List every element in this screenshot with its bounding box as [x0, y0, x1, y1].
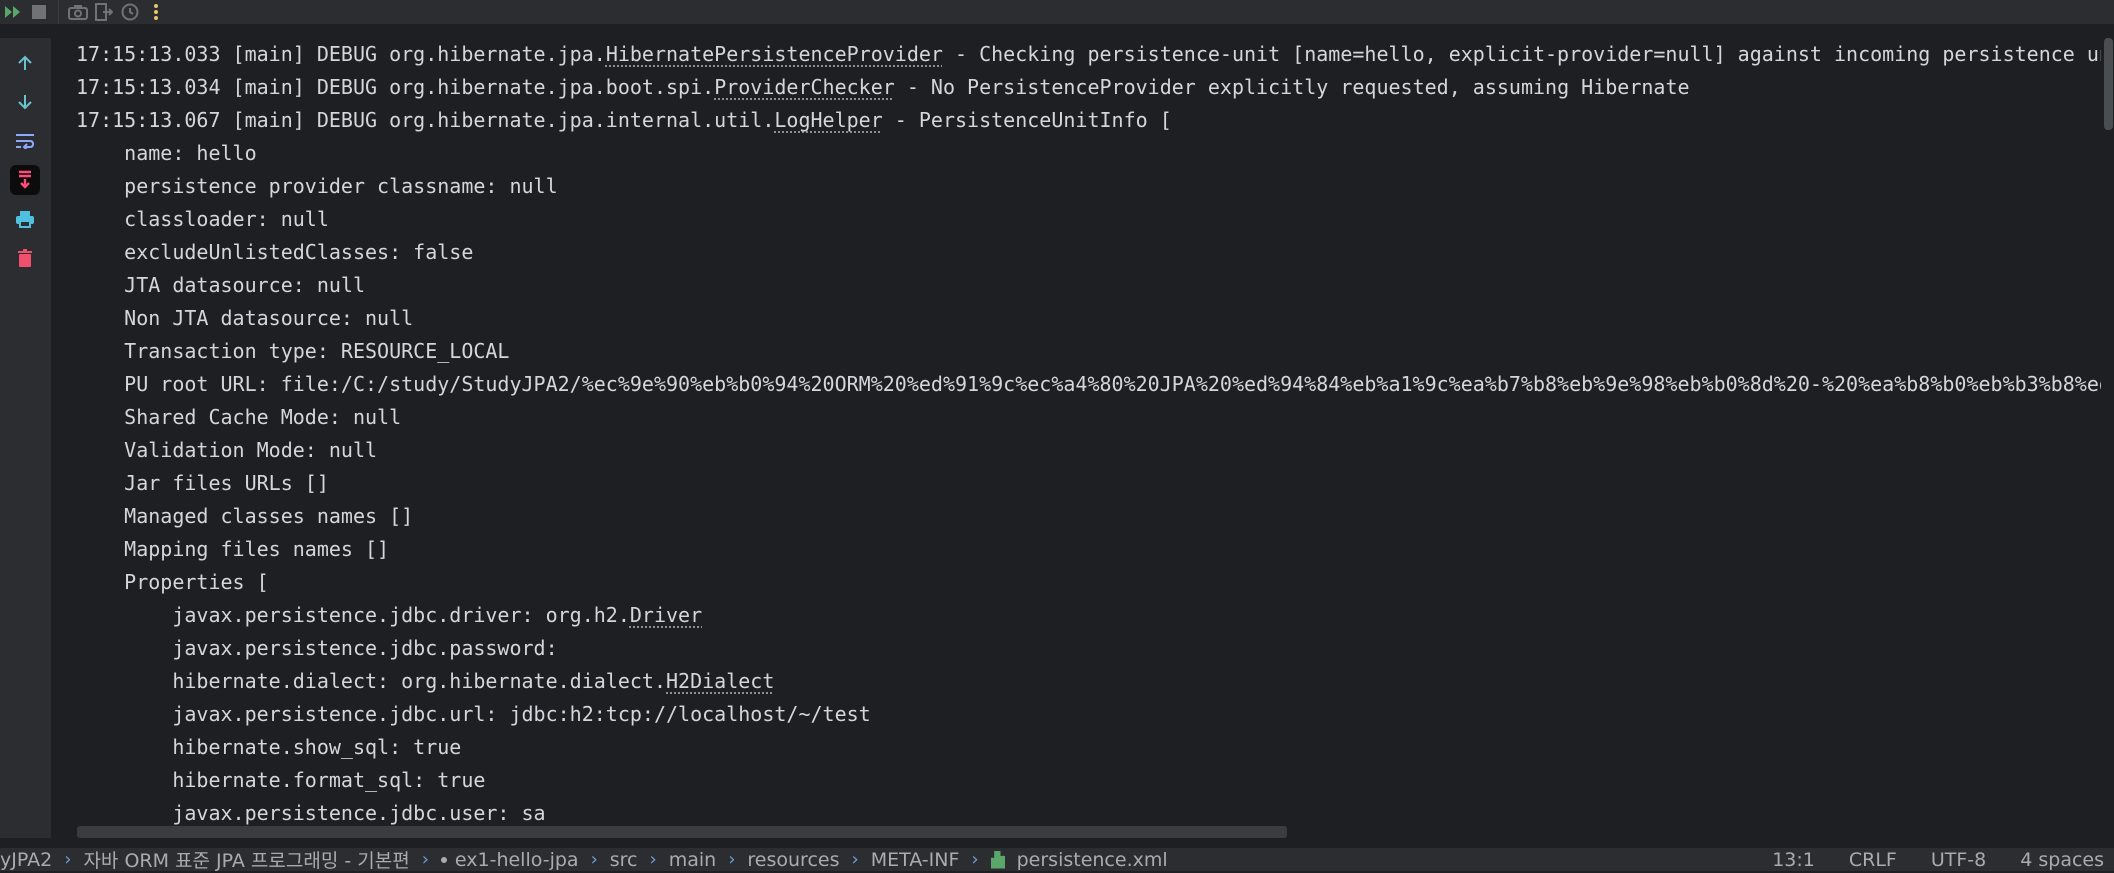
caret-position[interactable]: 13:1: [1772, 849, 1815, 871]
soft-wrap-icon[interactable]: [10, 126, 40, 156]
log-line: classloader: null: [76, 203, 329, 236]
breadcrumb-item[interactable]: ex1-hello-jpa: [455, 849, 579, 871]
log-text: Transaction type: RESOURCE_LOCAL: [76, 339, 510, 363]
log-text: javax.persistence.jdbc.password:: [76, 636, 558, 660]
log-line: javax.persistence.jdbc.driver: org.h2.Dr…: [76, 599, 702, 632]
vertical-scrollbar-track[interactable]: [2101, 38, 2114, 838]
log-line: Managed classes names []: [76, 500, 413, 533]
log-line: name: hello: [76, 137, 257, 170]
log-text: javax.persistence.jdbc.url: jdbc:h2:tcp:…: [76, 702, 871, 726]
breadcrumb-item[interactable]: resources: [747, 849, 839, 871]
toolbar-divider: [58, 0, 59, 24]
class-link[interactable]: Driver: [630, 603, 702, 627]
scroll-down-icon[interactable]: [10, 87, 40, 117]
log-line: 17:15:13.067 [main] DEBUG org.hibernate.…: [76, 104, 1172, 137]
log-text: javax.persistence.jdbc.user: sa: [76, 801, 546, 825]
log-text: - PersistenceUnitInfo [: [882, 108, 1172, 132]
console-toolbar: [0, 0, 2114, 24]
log-text: hibernate.dialect: org.hibernate.dialect…: [76, 669, 667, 693]
module-icon: [440, 856, 447, 863]
breadcrumb-item[interactable]: 자바 ORM 표준 JPA 프로그래밍 - 기본편: [83, 846, 409, 873]
clear-all-icon[interactable]: [10, 243, 40, 273]
chevron-right-icon: ›: [590, 849, 598, 870]
log-text: Mapping files names []: [76, 537, 390, 561]
log-line: Shared Cache Mode: null: [76, 401, 401, 434]
more-icon[interactable]: [143, 0, 169, 24]
log-text: Properties [: [76, 570, 269, 594]
chevron-right-icon: ›: [64, 849, 72, 870]
class-link[interactable]: LogHelper: [774, 108, 882, 132]
log-line: javax.persistence.jdbc.password:: [76, 632, 558, 665]
breadcrumb-item[interactable]: dyJPA2: [0, 849, 52, 871]
status-bar: dyJPA2 › 자바 ORM 표준 JPA 프로그래밍 - 기본편 › ex1-hel…: [0, 846, 2114, 873]
chevron-right-icon: ›: [421, 849, 429, 870]
log-text: excludeUnlistedClasses: false: [76, 240, 474, 264]
exit-icon[interactable]: [91, 0, 117, 24]
log-line: PU root URL: file:/C:/study/StudyJPA2/%e…: [76, 368, 2101, 401]
log-text: PU root URL: file:/C:/study/StudyJPA2/%e…: [76, 372, 2101, 396]
log-text: 17:15:13.067 [main] DEBUG org.hibernate.…: [76, 108, 775, 132]
console-sidebar: [0, 38, 51, 838]
vertical-scrollbar-thumb[interactable]: [2104, 38, 2113, 130]
class-link[interactable]: ProviderChecker: [714, 75, 895, 99]
log-text: persistence provider classname: null: [76, 174, 558, 198]
chevron-right-icon: ›: [851, 849, 859, 870]
log-text: 17:15:13.033 [main] DEBUG org.hibernate.…: [76, 42, 606, 66]
log-line: JTA datasource: null: [76, 269, 365, 302]
class-link[interactable]: HibernatePersistenceProvider: [606, 42, 943, 66]
log-line: 17:15:13.034 [main] DEBUG org.hibernate.…: [76, 71, 1690, 104]
log-text: classloader: null: [76, 207, 329, 231]
stop-icon[interactable]: [26, 0, 52, 24]
log-text: Non JTA datasource: null: [76, 306, 414, 330]
log-text: - No PersistenceProvider explicitly requ…: [894, 75, 1690, 99]
log-line: persistence provider classname: null: [76, 170, 558, 203]
indent-setting[interactable]: 4 spaces: [2020, 849, 2104, 871]
chevron-right-icon: ›: [728, 849, 736, 870]
scroll-to-end-icon[interactable]: [10, 165, 40, 195]
log-line: Non JTA datasource: null: [76, 302, 413, 335]
breadcrumb-item[interactable]: src: [610, 849, 638, 871]
log-line: excludeUnlistedClasses: false: [76, 236, 473, 269]
breadcrumb-item[interactable]: META-INF: [871, 849, 960, 871]
class-link[interactable]: H2Dialect: [666, 669, 774, 693]
log-line: Validation Mode: null: [76, 434, 377, 467]
log-line: hibernate.format_sql: true: [76, 764, 485, 797]
log-line: Mapping files names []: [76, 533, 389, 566]
log-line: hibernate.dialect: org.hibernate.dialect…: [76, 665, 774, 698]
breadcrumb-item[interactable]: main: [669, 849, 716, 871]
log-line: Jar files URLs []: [76, 467, 329, 500]
file-encoding[interactable]: UTF-8: [1931, 849, 1986, 871]
chevron-right-icon: ›: [971, 849, 979, 870]
breadcrumb: dyJPA2 › 자바 ORM 표준 JPA 프로그래밍 - 기본편 › ex1-hel…: [0, 846, 1168, 873]
scroll-up-icon[interactable]: [10, 48, 40, 78]
xml-file-icon: [990, 850, 1006, 869]
log-text: Managed classes names []: [76, 504, 414, 528]
log-line: 17:15:13.033 [main] DEBUG org.hibernate.…: [76, 38, 2101, 71]
log-text: - Checking persistence-unit [name=hello,…: [942, 42, 2101, 66]
status-right: 13:1 CRLF UTF-8 4 spaces: [1772, 848, 2104, 871]
log-text: hibernate.format_sql: true: [76, 768, 486, 792]
chevron-right-icon: ›: [649, 849, 657, 870]
log-text: Jar files URLs []: [76, 471, 329, 495]
horizontal-scrollbar-thumb[interactable]: [77, 826, 1287, 838]
settings-icon[interactable]: [117, 0, 143, 24]
log-text: name: hello: [76, 141, 257, 165]
line-ending[interactable]: CRLF: [1849, 849, 1897, 871]
log-text: 17:15:13.034 [main] DEBUG org.hibernate.…: [76, 75, 715, 99]
log-line: hibernate.show_sql: true: [76, 731, 461, 764]
console-output[interactable]: 17:15:13.033 [main] DEBUG org.hibernate.…: [51, 38, 2101, 838]
print-icon[interactable]: [10, 204, 40, 234]
breadcrumb-item[interactable]: persistence.xml: [1017, 849, 1168, 871]
log-line: Transaction type: RESOURCE_LOCAL: [76, 335, 509, 368]
log-text: javax.persistence.jdbc.driver: org.h2.: [76, 603, 630, 627]
log-line: javax.persistence.jdbc.url: jdbc:h2:tcp:…: [76, 698, 871, 731]
camera-icon[interactable]: [65, 0, 91, 24]
log-line: Properties [: [76, 566, 269, 599]
log-text: hibernate.show_sql: true: [76, 735, 462, 759]
log-text: Shared Cache Mode: null: [76, 405, 402, 429]
log-text: JTA datasource: null: [76, 273, 365, 297]
rerun-icon[interactable]: [0, 0, 26, 24]
log-text: Validation Mode: null: [76, 438, 378, 462]
